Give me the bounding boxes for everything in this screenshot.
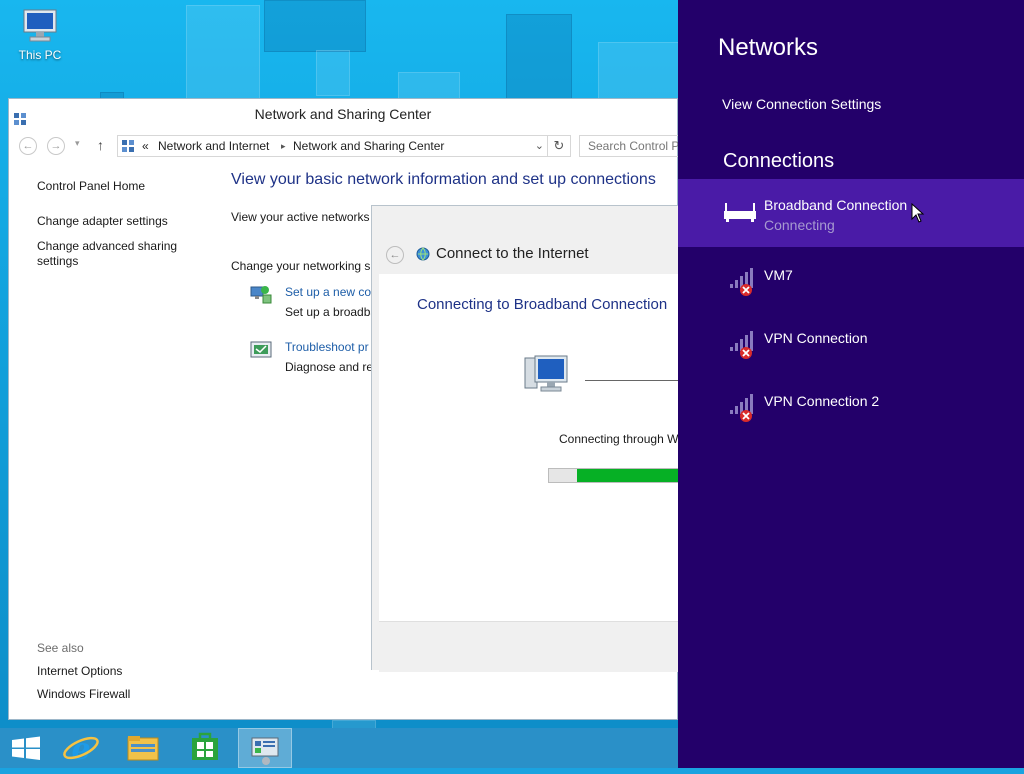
forward-button[interactable]: → bbox=[47, 137, 65, 155]
connection-progress-bar bbox=[548, 468, 688, 483]
troubleshoot-problems-link[interactable]: Troubleshoot pr bbox=[285, 340, 371, 354]
control-panel-icon bbox=[13, 106, 27, 125]
store-icon bbox=[192, 732, 218, 760]
dialog-heading: Connecting to Broadband Connection bbox=[417, 296, 668, 313]
network-item-vm7[interactable]: VM7 bbox=[678, 252, 1024, 320]
address-dropdown-icon[interactable]: ⌄ bbox=[535, 136, 544, 156]
desktop-icon-this-pc[interactable]: This PC bbox=[12, 8, 68, 62]
network-item-vpn-2[interactable]: VPN Connection 2 bbox=[678, 378, 1024, 446]
refresh-button[interactable]: ↻ bbox=[547, 136, 570, 156]
window-titlebar[interactable]: Network and Sharing Center bbox=[9, 99, 677, 129]
change-advanced-sharing-link[interactable]: Change advanced sharing settings bbox=[37, 239, 187, 269]
taskbar-internet-explorer[interactable]: e bbox=[54, 728, 108, 768]
network-name: VM7 bbox=[764, 267, 793, 283]
taskbar-file-explorer[interactable] bbox=[116, 728, 170, 768]
broadband-icon bbox=[722, 199, 758, 235]
network-setup-icon bbox=[249, 283, 273, 305]
internet-explorer-icon: e bbox=[63, 732, 99, 767]
view-connection-settings-link[interactable]: View Connection Settings bbox=[722, 96, 881, 112]
arrow-up-icon: ↑ bbox=[97, 137, 104, 153]
control-panel-home-link[interactable]: Control Panel Home bbox=[37, 179, 217, 194]
wifi-disconnected-icon bbox=[728, 266, 764, 302]
refresh-icon: ↻ bbox=[553, 138, 565, 153]
setup-new-connection-link[interactable]: Set up a new con bbox=[285, 285, 371, 299]
internet-options-link[interactable]: Internet Options bbox=[37, 664, 122, 678]
see-also-label: See also bbox=[37, 641, 84, 655]
connect-internet-dialog: ← Connect to the Internet Connecting to … bbox=[371, 205, 688, 672]
setup-new-connection-desc: Set up a broadba bbox=[285, 305, 371, 319]
arrow-right-icon: → bbox=[50, 140, 62, 152]
computer-icon bbox=[20, 8, 60, 44]
connections-section-heading: Connections bbox=[723, 150, 835, 172]
dialog-title: Connect to the Internet bbox=[436, 245, 589, 262]
breadcrumb-separator-icon: ▸ bbox=[281, 141, 286, 151]
network-name: VPN Connection bbox=[764, 330, 868, 346]
back-button[interactable]: ← bbox=[19, 137, 37, 155]
address-row: ← → ▾ ↑ « Network and Internet ▸ Network… bbox=[9, 133, 679, 159]
network-name: VPN Connection 2 bbox=[764, 393, 880, 409]
network-item-vpn[interactable]: VPN Connection bbox=[678, 315, 1024, 383]
left-navigation: Control Panel Home Change adapter settin… bbox=[37, 179, 217, 279]
networks-charm-panel: Networks View Connection Settings Connec… bbox=[678, 0, 1024, 768]
troubleshoot-desc: Diagnose and re bbox=[285, 360, 371, 374]
dialog-header: ← Connect to the Internet bbox=[372, 206, 678, 274]
up-button[interactable]: ↑ bbox=[97, 137, 104, 153]
control-panel-icon bbox=[251, 737, 279, 765]
dialog-footer bbox=[379, 621, 679, 672]
recent-locations-chevron-icon[interactable]: ▾ bbox=[75, 138, 80, 149]
wifi-disconnected-icon bbox=[728, 329, 764, 365]
network-name: Broadband Connection bbox=[764, 197, 908, 213]
breadcrumb-overflow[interactable]: « bbox=[142, 136, 149, 156]
search-input[interactable]: Search Control Pa bbox=[579, 135, 679, 157]
window-title: Network and Sharing Center bbox=[254, 106, 432, 122]
page-title: View your basic network information and … bbox=[231, 171, 656, 188]
change-networking-label: Change your networking s bbox=[231, 259, 371, 273]
change-adapter-settings-link[interactable]: Change adapter settings bbox=[37, 214, 217, 229]
globe-network-icon bbox=[415, 246, 431, 262]
arrow-left-icon: ← bbox=[22, 140, 34, 152]
breadcrumb-network-and-internet[interactable]: Network and Internet bbox=[158, 136, 269, 156]
charm-title: Networks bbox=[718, 34, 819, 61]
desktop-icon-label: This PC bbox=[18, 48, 62, 62]
connection-line bbox=[585, 380, 685, 381]
arrow-left-icon: ← bbox=[389, 249, 401, 261]
dialog-status-text: Connecting through W bbox=[559, 432, 679, 446]
breadcrumb-network-sharing-center[interactable]: Network and Sharing Center bbox=[293, 136, 444, 156]
troubleshoot-icon bbox=[249, 339, 273, 361]
progress-fill bbox=[577, 469, 687, 482]
wifi-disconnected-icon bbox=[728, 392, 764, 428]
mouse-cursor-icon bbox=[911, 202, 925, 223]
taskbar-control-panel[interactable] bbox=[238, 728, 292, 768]
dialog-back-button[interactable]: ← bbox=[386, 246, 404, 264]
taskbar-store[interactable] bbox=[178, 728, 232, 768]
start-icon bbox=[12, 736, 40, 760]
control-panel-icon bbox=[121, 139, 135, 153]
computer-icon bbox=[521, 354, 571, 398]
network-status: Connecting bbox=[764, 217, 835, 233]
active-networks-label: View your active networks bbox=[231, 210, 370, 224]
file-explorer-icon bbox=[127, 736, 159, 761]
start-button[interactable] bbox=[0, 728, 54, 768]
address-bar[interactable]: « Network and Internet ▸ Network and Sha… bbox=[117, 135, 571, 157]
network-item-broadband[interactable]: Broadband Connection Connecting bbox=[678, 179, 1024, 247]
taskbar: e bbox=[0, 728, 678, 768]
dialog-body: Connecting to Broadband Connection Conne… bbox=[379, 274, 688, 621]
windows-firewall-link[interactable]: Windows Firewall bbox=[37, 687, 130, 701]
